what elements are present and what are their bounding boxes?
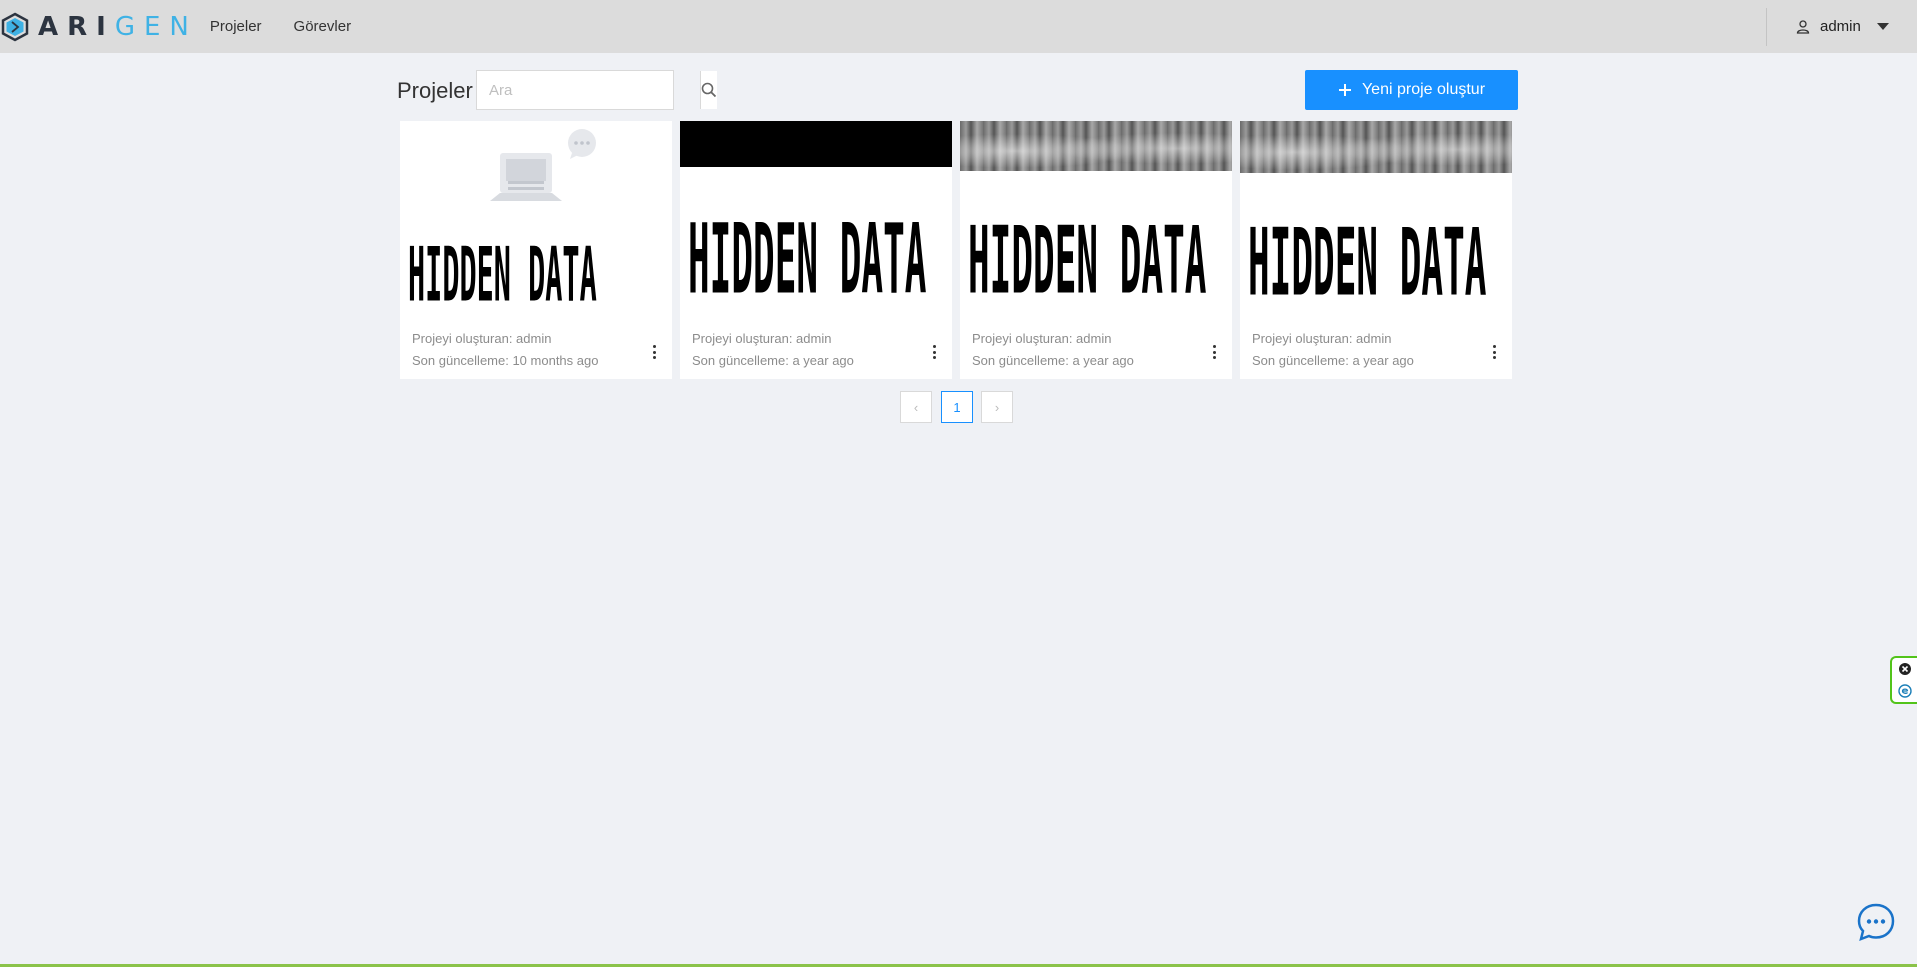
user-icon bbox=[1796, 19, 1810, 34]
user-menu[interactable]: admin bbox=[1796, 0, 1889, 53]
header-divider bbox=[1766, 8, 1767, 46]
user-name: admin bbox=[1820, 18, 1861, 35]
side-extension-widget bbox=[1890, 656, 1917, 704]
chevron-left-icon: ‹ bbox=[913, 399, 919, 415]
more-options-icon[interactable] bbox=[1492, 345, 1496, 359]
chevron-right-icon: › bbox=[994, 399, 1000, 415]
top-navbar: ARIGEN Projeler Görevler admin bbox=[0, 0, 1917, 53]
card-footer: Projeyi oluşturan: admin Son güncelleme:… bbox=[680, 321, 952, 379]
more-options-icon[interactable] bbox=[652, 345, 656, 359]
extension-e-icon[interactable] bbox=[1897, 684, 1912, 698]
logo-hexagon-icon bbox=[1, 12, 29, 41]
card-footer: Projeyi oluşturan: admin Son güncelleme:… bbox=[1240, 321, 1512, 379]
empty-image-placeholder-icon bbox=[490, 129, 596, 201]
logo-text: ARIGEN bbox=[38, 11, 198, 42]
chevron-down-icon bbox=[1876, 23, 1889, 30]
project-title: HIDDEN DATA bbox=[408, 233, 597, 321]
project-card[interactable]: HIDDEN DATA Projeyi oluşturan: admin Son… bbox=[680, 121, 952, 379]
project-card[interactable]: HIDDEN DATA Projeyi oluşturan: admin Son… bbox=[400, 121, 672, 379]
close-circle-icon[interactable] bbox=[1898, 662, 1912, 676]
project-updated: Son güncelleme: a year ago bbox=[1252, 353, 1414, 368]
search-input[interactable] bbox=[477, 71, 700, 109]
project-thumbnail bbox=[1240, 121, 1512, 173]
project-creator: Projeyi oluşturan: admin bbox=[972, 331, 1112, 346]
project-updated: Son güncelleme: 10 months ago bbox=[412, 353, 599, 368]
project-creator: Projeyi oluşturan: admin bbox=[1252, 331, 1392, 346]
project-thumbnail bbox=[680, 121, 952, 167]
new-project-button[interactable]: Yeni proje oluştur bbox=[1305, 70, 1518, 110]
project-title: HIDDEN DATA bbox=[688, 206, 927, 318]
search-button[interactable] bbox=[700, 71, 717, 109]
pagination-prev-button[interactable]: ‹ bbox=[900, 391, 932, 423]
pagination-next-button[interactable]: › bbox=[981, 391, 1013, 423]
search-box bbox=[476, 70, 717, 110]
project-title: HIDDEN DATA bbox=[968, 209, 1207, 318]
project-card[interactable]: HIDDEN DATA Projeyi oluşturan: admin Son… bbox=[1240, 121, 1512, 379]
project-creator: Projeyi oluşturan: admin bbox=[692, 331, 832, 346]
project-updated: Son güncelleme: a year ago bbox=[692, 353, 854, 368]
project-title: HIDDEN DATA bbox=[1248, 211, 1487, 320]
main-nav: Projeler Görevler bbox=[200, 0, 367, 53]
project-updated: Son güncelleme: a year ago bbox=[972, 353, 1134, 368]
plus-icon bbox=[1338, 84, 1351, 96]
more-options-icon[interactable] bbox=[932, 345, 936, 359]
page-title: Projeler bbox=[397, 78, 473, 103]
card-footer: Projeyi oluşturan: admin Son güncelleme:… bbox=[400, 321, 672, 379]
pagination-page-1[interactable]: 1 bbox=[941, 391, 973, 423]
chat-bubble-icon[interactable] bbox=[1856, 902, 1896, 942]
nav-item-projeler[interactable]: Projeler bbox=[200, 0, 278, 53]
nav-item-gorevler[interactable]: Görevler bbox=[278, 0, 368, 53]
project-thumbnail bbox=[960, 121, 1232, 171]
app-logo[interactable]: ARIGEN bbox=[0, 0, 198, 53]
project-card[interactable]: HIDDEN DATA Projeyi oluşturan: admin Son… bbox=[960, 121, 1232, 379]
card-footer: Projeyi oluşturan: admin Son güncelleme:… bbox=[960, 321, 1232, 379]
project-creator: Projeyi oluşturan: admin bbox=[412, 331, 552, 346]
search-icon bbox=[701, 82, 717, 98]
more-options-icon[interactable] bbox=[1212, 345, 1216, 359]
new-project-label: Yeni proje oluştur bbox=[1361, 81, 1486, 98]
